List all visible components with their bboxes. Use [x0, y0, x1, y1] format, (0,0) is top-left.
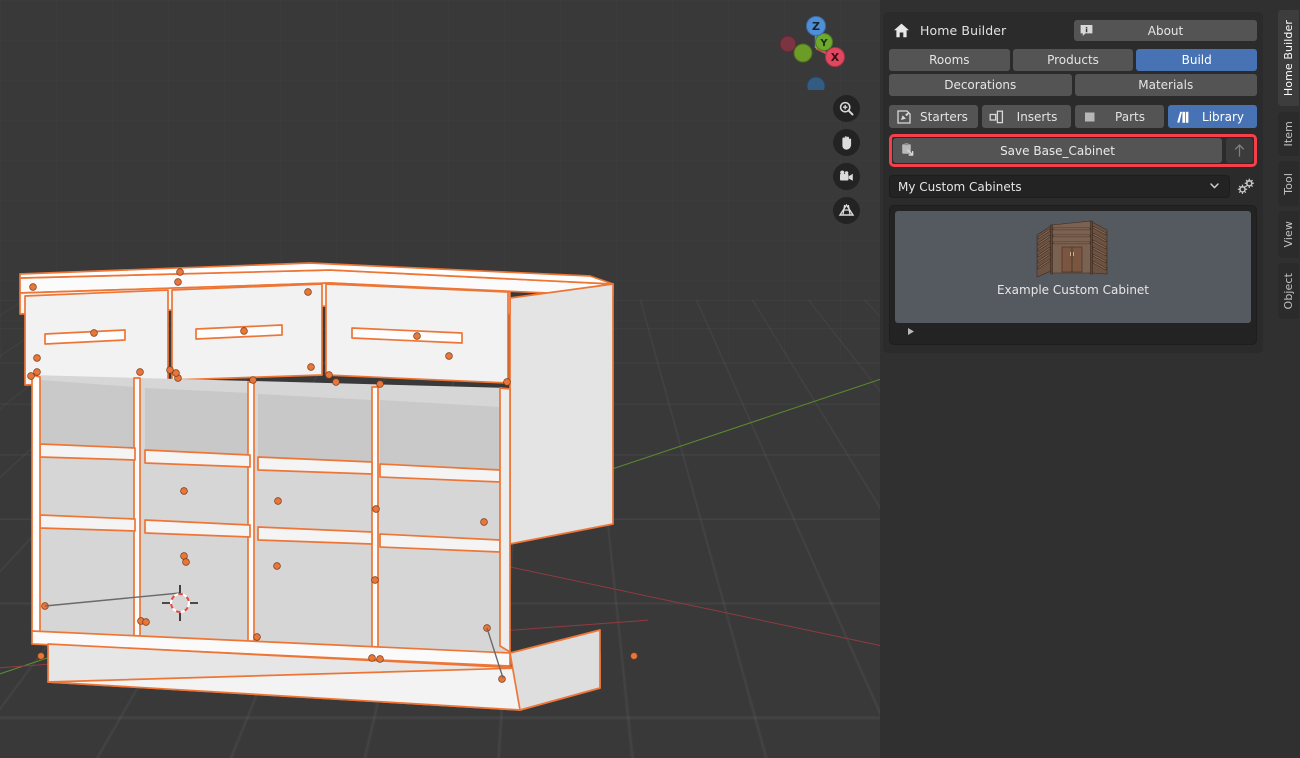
- vtab-item[interactable]: Item: [1278, 112, 1299, 156]
- library-select-row: My Custom Cabinets: [889, 175, 1257, 198]
- grid-icon: [838, 203, 855, 216]
- tab-products[interactable]: Products: [1012, 49, 1134, 71]
- tab-materials[interactable]: Materials: [1074, 74, 1257, 96]
- tab-decorations[interactable]: Decorations: [889, 74, 1072, 96]
- vtab-tool-label: Tool: [1282, 172, 1295, 195]
- tab-parts-label: Parts: [1115, 109, 1145, 124]
- vtab-object-label: Object: [1282, 272, 1295, 310]
- pan-view-button[interactable]: [833, 129, 860, 156]
- tab-library[interactable]: Library: [1168, 105, 1257, 128]
- library-item-label: Example Custom Cabinet: [996, 283, 1150, 297]
- properties-side-panel: Home Builder About Rooms Products Build …: [880, 0, 1272, 758]
- zoom-icon: [839, 101, 854, 116]
- inserts-icon: [989, 110, 1004, 123]
- vtab-tool[interactable]: Tool: [1278, 161, 1299, 206]
- blender-window: Z Y X Home Builder About Rooms Products …: [0, 0, 1300, 758]
- save-to-library-icon: [900, 142, 917, 159]
- arrow-up-icon: [1234, 144, 1245, 157]
- tab-starters[interactable]: Starters: [889, 105, 978, 128]
- tab-build[interactable]: Build: [1136, 49, 1258, 71]
- save-cabinet-button[interactable]: Save Base_Cabinet: [893, 138, 1222, 163]
- library-preview-box: Example Custom Cabinet: [889, 205, 1257, 345]
- starters-icon: [897, 109, 911, 124]
- category-tabs-row-2: Decorations Materials: [889, 74, 1257, 96]
- 3d-viewport[interactable]: Z Y X: [0, 0, 880, 758]
- save-cabinet-label: Save Base_Cabinet: [1000, 143, 1115, 158]
- chevron-down-icon: [1208, 179, 1221, 195]
- tab-library-label: Library: [1202, 109, 1244, 124]
- parts-icon: [1085, 112, 1095, 121]
- panel-title: Home Builder: [920, 23, 1007, 38]
- zoom-button[interactable]: [833, 95, 860, 122]
- home-icon: [889, 22, 913, 39]
- save-row-highlight: Save Base_Cabinet: [889, 134, 1257, 167]
- panel-tab-strip: Home Builder Item Tool View Object: [1272, 0, 1300, 758]
- vtab-home-builder-label: Home Builder: [1282, 19, 1295, 97]
- about-label: About: [1147, 23, 1184, 38]
- about-button[interactable]: About: [1074, 20, 1257, 41]
- home-builder-panel: Home Builder About Rooms Products Build …: [883, 12, 1263, 353]
- vtab-view-label: View: [1282, 221, 1295, 248]
- vtab-home-builder[interactable]: Home Builder: [1278, 10, 1299, 106]
- camera-icon: [840, 170, 853, 181]
- gear-icon: [1237, 178, 1254, 194]
- build-tabs: Starters Inserts Parts Library: [889, 105, 1257, 128]
- tab-parts[interactable]: Parts: [1075, 105, 1164, 128]
- vtab-object[interactable]: Object: [1278, 263, 1299, 319]
- 3d-cursor: [162, 585, 198, 621]
- category-tabs-row-1: Rooms Products Build: [889, 49, 1258, 71]
- navigation-gizmo[interactable]: Z Y X: [774, 6, 858, 90]
- library-icon: [1177, 111, 1189, 123]
- vtab-view[interactable]: View: [1278, 211, 1299, 258]
- triangle-right-icon: [908, 327, 914, 335]
- tab-inserts[interactable]: Inserts: [982, 105, 1071, 128]
- viewport-tool-buttons[interactable]: [833, 95, 860, 224]
- camera-view-button[interactable]: [833, 163, 860, 190]
- toggle-orthographic-button[interactable]: [833, 197, 860, 224]
- tab-rooms[interactable]: Rooms: [889, 49, 1010, 71]
- library-select[interactable]: My Custom Cabinets: [889, 175, 1230, 198]
- load-from-library-button[interactable]: [1226, 138, 1253, 163]
- library-settings-button[interactable]: [1234, 175, 1257, 198]
- svg-text:Z: Z: [812, 20, 820, 33]
- cabinet-thumbnail: [1036, 220, 1108, 278]
- hand-icon: [842, 136, 852, 150]
- library-item[interactable]: Example Custom Cabinet: [895, 211, 1251, 323]
- library-expand-row[interactable]: [895, 323, 1251, 339]
- vtab-item-label: Item: [1282, 121, 1295, 147]
- tab-starters-label: Starters: [920, 109, 968, 124]
- svg-text:Y: Y: [819, 38, 828, 49]
- info-icon: [1078, 22, 1095, 39]
- svg-text:X: X: [831, 51, 840, 64]
- panel-header: Home Builder About: [889, 18, 1257, 43]
- library-select-value: My Custom Cabinets: [898, 179, 1022, 194]
- tab-inserts-label: Inserts: [1016, 109, 1058, 124]
- cabinet-model[interactable]: [0, 248, 640, 758]
